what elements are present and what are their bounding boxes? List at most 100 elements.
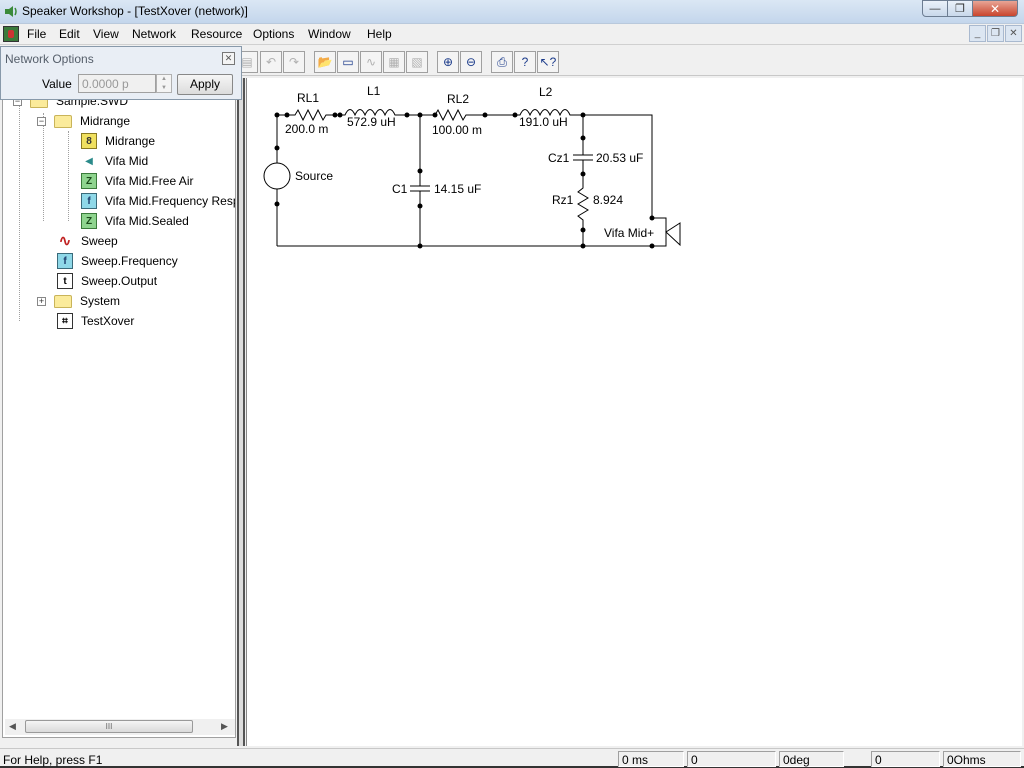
tree-item-label: Sweep <box>81 234 118 248</box>
tree-horizontal-scrollbar[interactable]: ◀ III ▶ <box>5 719 235 735</box>
menu-bar: File Edit View Network Resource Options … <box>0 24 1024 44</box>
tree-item-sweep-output[interactable]: t Sweep.Output <box>57 271 157 291</box>
status-help-text: For Help, press F1 <box>3 753 103 767</box>
tree-item-vifa-mid[interactable]: ◀ Vifa Mid <box>81 151 148 171</box>
document-system-menu-icon[interactable] <box>3 26 19 42</box>
node-dot <box>580 227 586 233</box>
tree-item-vifa-mid-frequency[interactable]: f Vifa Mid.Frequency Resp <box>81 191 235 211</box>
tree-item-vifa-mid-free-air[interactable]: Z Vifa Mid.Free Air <box>81 171 193 191</box>
rl2-value: 100.00 m <box>432 123 482 137</box>
tree-connector <box>19 103 20 321</box>
menu-view[interactable]: View <box>93 27 119 41</box>
node-dot <box>417 203 423 209</box>
context-help-button[interactable]: ↖? <box>537 51 559 73</box>
tree-item-sweep[interactable]: ∿ Sweep <box>57 231 118 251</box>
mdi-close-button[interactable]: ✕ <box>1005 25 1022 42</box>
c1-capacitor[interactable] <box>410 185 430 192</box>
mdi-minimize-button[interactable]: _ <box>969 25 986 42</box>
tree-item-label: Midrange <box>80 114 131 128</box>
node-dot <box>417 168 423 174</box>
l2-value: 191.0 uH <box>519 115 568 129</box>
impedance-file-icon: Z <box>81 173 97 189</box>
mdi-restore-button[interactable]: ❐ <box>987 25 1004 42</box>
status-impedance: 0Ohms <box>943 751 1021 767</box>
source-label: Source <box>295 169 333 183</box>
status-bar: For Help, press F1 0 ms 0 0deg 0 0Ohms <box>0 748 1024 768</box>
tree-item-midrange-folder[interactable]: − Midrange <box>37 111 130 131</box>
open-button[interactable]: 📂 <box>314 51 336 73</box>
tree-item-testxover[interactable]: ⌗ TestXover <box>57 311 134 331</box>
scroll-right-icon[interactable]: ▶ <box>221 721 228 732</box>
close-button[interactable]: ✕ <box>973 0 1018 17</box>
menu-network[interactable]: Network <box>132 27 176 41</box>
network-canvas[interactable]: RL1 200.0 m L1 572.9 uH RL2 100.00 m L2 … <box>246 78 1022 746</box>
node-dot <box>417 243 423 249</box>
panel-close-button[interactable]: ✕ <box>222 52 235 65</box>
folder-icon <box>54 114 72 128</box>
expand-icon[interactable]: + <box>37 296 46 306</box>
open-folder-icon: 📂 <box>317 55 333 69</box>
value-input[interactable] <box>78 74 156 93</box>
maximize-button[interactable]: ❐ <box>948 0 973 17</box>
menu-window[interactable]: Window <box>308 27 351 41</box>
minimize-button[interactable]: — <box>922 0 948 17</box>
spin-down-icon[interactable]: ▼ <box>157 84 171 93</box>
value-spinner[interactable]: ▲ ▼ <box>156 74 172 93</box>
calculate-button[interactable]: ▦ <box>383 51 405 73</box>
zoom-in-button[interactable]: ⊕ <box>437 51 459 73</box>
status-value: 0 <box>687 751 776 767</box>
tree-item-midrange-enclosure[interactable]: 8 Midrange <box>81 131 155 151</box>
scroll-left-icon[interactable]: ◀ <box>9 721 16 732</box>
redo-button[interactable]: ↷ <box>283 51 305 73</box>
menu-edit[interactable]: Edit <box>59 27 80 41</box>
node-dot <box>649 243 655 249</box>
folder-icon <box>54 294 72 308</box>
print-button[interactable]: ⎙ <box>491 51 513 73</box>
cz1-capacitor[interactable] <box>573 154 593 161</box>
apply-button[interactable]: Apply <box>177 74 233 95</box>
network-options-title: Network Options <box>5 52 94 66</box>
spin-up-icon[interactable]: ▲ <box>157 75 171 84</box>
sine-wave-icon: ∿ <box>58 233 72 250</box>
c1-value: 14.15 uF <box>434 182 481 196</box>
c1-label: C1 <box>392 182 408 196</box>
zoom-out-button[interactable]: ⊖ <box>460 51 482 73</box>
rl2-label: RL2 <box>447 92 469 106</box>
l1-label: L1 <box>367 84 381 98</box>
undo-button[interactable]: ↶ <box>260 51 282 73</box>
network-options-panel: Network Options ✕ Value ▲ ▼ Apply <box>0 46 242 100</box>
status-value-2: 0 <box>871 751 940 767</box>
menu-file[interactable]: File <box>27 27 46 41</box>
scroll-thumb[interactable]: III <box>25 720 193 733</box>
value-label: Value <box>42 77 72 91</box>
cz1-label: Cz1 <box>548 151 570 165</box>
node-dot <box>417 112 423 118</box>
tree-connector <box>68 131 69 221</box>
undo-icon: ↶ <box>265 55 277 69</box>
menu-help[interactable]: Help <box>367 27 392 41</box>
tree-item-sweep-frequency[interactable]: f Sweep.Frequency <box>57 251 178 271</box>
context-help-icon: ↖? <box>539 55 557 69</box>
collapse-icon[interactable]: − <box>37 116 46 126</box>
paste-icon: ▤ <box>241 55 253 69</box>
menu-resource[interactable]: Resource <box>191 27 242 41</box>
node-dot <box>649 215 655 221</box>
tree-item-system-folder[interactable]: + System <box>37 291 120 311</box>
rl1-resistor[interactable] <box>287 108 335 122</box>
node-dot <box>404 112 410 118</box>
status-time: 0 ms <box>618 751 684 767</box>
speaker-cone-icon[interactable] <box>665 222 681 247</box>
pane-splitter[interactable] <box>237 78 245 746</box>
properties-button[interactable]: ▭ <box>337 51 359 73</box>
source-symbol[interactable] <box>263 162 291 190</box>
menu-options[interactable]: Options <box>253 27 294 41</box>
tree-item-vifa-mid-sealed[interactable]: Z Vifa Mid.Sealed <box>81 211 189 231</box>
merge-button[interactable]: ▧ <box>406 51 428 73</box>
rz1-resistor[interactable] <box>577 185 589 246</box>
node-dot <box>580 243 586 249</box>
impedance-file-icon: Z <box>81 213 97 229</box>
help-button[interactable]: ? <box>514 51 536 73</box>
status-phase: 0deg <box>779 751 844 767</box>
node-dot <box>512 112 518 118</box>
chart-button[interactable]: ∿ <box>360 51 382 73</box>
